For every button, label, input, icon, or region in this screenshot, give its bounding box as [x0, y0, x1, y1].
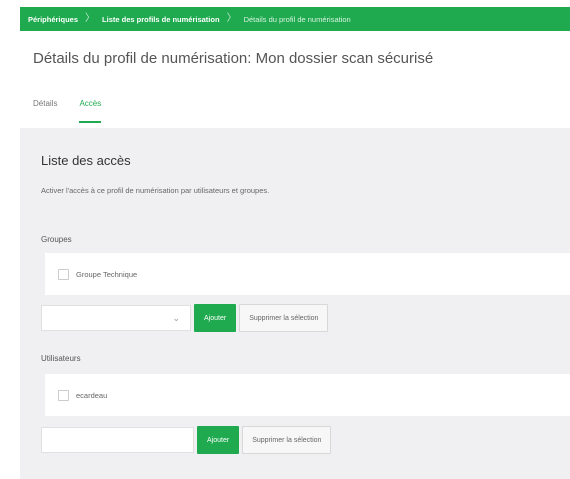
group-checkbox[interactable]	[58, 268, 69, 280]
users-controls: Ajouter Supprimer la sélection	[41, 426, 332, 454]
tab-access[interactable]: Accès	[79, 93, 101, 123]
add-user-button[interactable]: Ajouter	[197, 426, 240, 454]
access-list-description: Activer l'accès à ce profil de numérisat…	[41, 186, 270, 195]
access-panel: Liste des accès Activer l'accès à ce pro…	[20, 128, 570, 479]
breadcrumb-item-current: Détails du profil de numérisation	[243, 14, 351, 24]
group-select[interactable]: ⌄	[41, 305, 191, 331]
breadcrumb-item-scan-profile-list[interactable]: Liste des profils de numérisation	[102, 15, 220, 24]
add-group-button[interactable]: Ajouter	[194, 304, 237, 332]
user-item-label: ecardeau	[76, 390, 108, 400]
remove-group-selection-button[interactable]: Supprimer la sélection	[239, 304, 329, 332]
group-list-item: Groupe Technique	[45, 253, 570, 295]
chevron-down-icon: ⌄	[172, 313, 180, 323]
group-item-label: Groupe Technique	[76, 269, 138, 279]
breadcrumb: Périphériques 〉 Liste des profils de num…	[20, 7, 570, 31]
groups-controls: ⌄ Ajouter Supprimer la sélection	[41, 304, 329, 332]
remove-user-selection-button[interactable]: Supprimer la sélection	[242, 426, 332, 454]
user-input[interactable]	[41, 427, 194, 453]
access-list-title: Liste des accès	[41, 153, 131, 168]
tab-bar: Détails Accès	[33, 93, 123, 123]
groups-label: Groupes	[41, 235, 72, 244]
breadcrumb-item-peripheriques[interactable]: Périphériques	[28, 15, 78, 24]
user-list-item: ecardeau	[45, 374, 570, 416]
page-title: Détails du profil de numérisation: Mon d…	[33, 50, 434, 67]
user-checkbox[interactable]	[58, 389, 69, 401]
breadcrumb-separator-icon: 〉	[226, 13, 237, 24]
breadcrumb-separator-icon: 〉	[85, 13, 96, 24]
users-label: Utilisateurs	[41, 354, 81, 363]
tab-details[interactable]: Détails	[33, 93, 57, 123]
